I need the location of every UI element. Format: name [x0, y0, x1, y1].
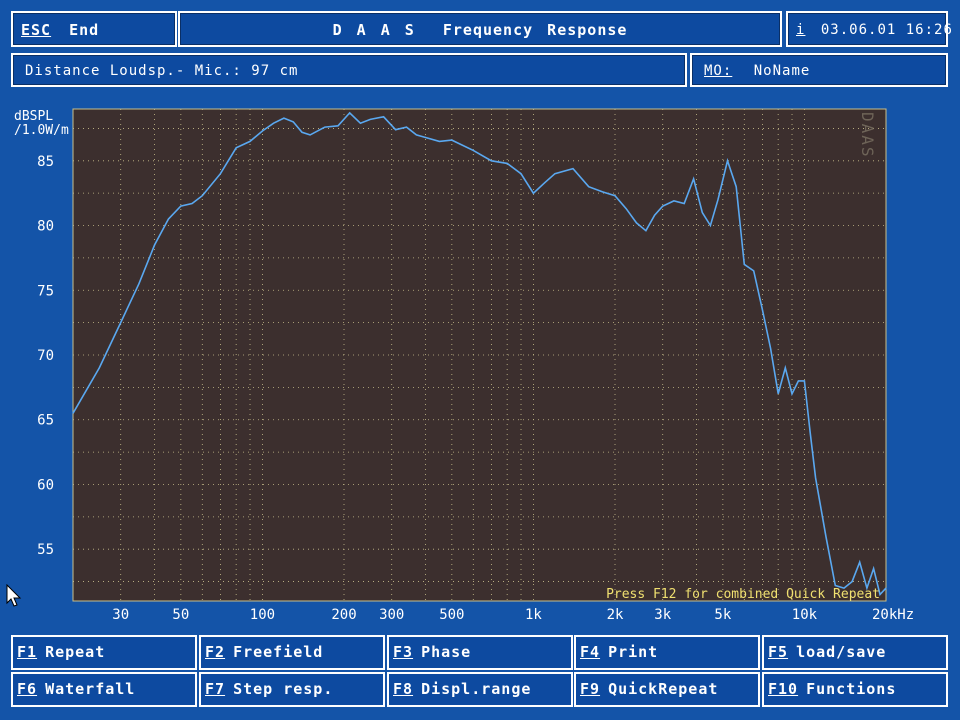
app-title: D A A S Frequency Response: [332, 21, 628, 39]
y-tick-label: 65: [37, 413, 54, 429]
fkey-label: Step resp.: [233, 680, 334, 698]
title-bar: D A A S Frequency Response: [178, 11, 782, 47]
frequency-response-chart: 55 60 65 70 75 80 85 30 50 100 200 300 500 1k 2k 3k 5k 1…: [37, 108, 914, 623]
fkey-f2[interactable]: F2 Freefield: [199, 635, 385, 670]
distance-label: Distance Loudsp.- Mic.: 97 cm: [25, 63, 299, 79]
x-tick-label: 50: [172, 607, 189, 623]
y-tick-label: 70: [37, 348, 54, 364]
fkey-f9[interactable]: F9 QuickRepeat: [574, 672, 760, 707]
y-axis-title: dBSPL /1.0W/m: [14, 110, 69, 138]
esc-end-label: End: [69, 21, 100, 39]
fkey-key: F9: [580, 680, 601, 698]
y-axis-unit: dBSPL: [14, 109, 54, 124]
grid-lines: [72, 108, 887, 602]
datetime-readout: 03.06.01 16:26: [820, 22, 953, 38]
x-tick-labels: 30 50 100 200 300 500 1k 2k 3k 5k 10k: [112, 607, 817, 623]
x-tick-label: 2k: [607, 607, 624, 623]
y-tick-labels: 55 60 65 70 75 80 85: [37, 154, 54, 558]
x-tick-label: 1k: [525, 607, 542, 623]
fkey-label: Repeat: [45, 643, 106, 661]
fkey-label: Displ.range: [421, 680, 532, 698]
y-tick-label: 75: [37, 283, 54, 299]
x-tick-label: 30: [112, 607, 129, 623]
fkey-key: F5: [768, 643, 789, 661]
fkey-key: F8: [393, 680, 414, 698]
mo-key-label: MO:: [704, 63, 733, 79]
esc-end-button[interactable]: ESC End: [11, 11, 177, 47]
x-tick-label: 500: [439, 607, 464, 623]
fkey-f1[interactable]: F1 Repeat: [11, 635, 197, 670]
x-tick-label: 5k: [714, 607, 731, 623]
fkey-f7[interactable]: F7 Step resp.: [199, 672, 385, 707]
info-datetime-button[interactable]: i 03.06.01 16:26: [786, 11, 952, 47]
info-key-label: i: [796, 22, 806, 38]
fkey-f6[interactable]: F6 Waterfall: [11, 672, 197, 707]
fkey-label: load/save: [796, 643, 887, 661]
x-tick-label: 100: [250, 607, 275, 623]
fkey-f4[interactable]: F4 Print: [574, 635, 760, 670]
y-tick-label: 85: [37, 154, 54, 170]
fkey-key: F3: [393, 643, 414, 661]
plot-area: [73, 109, 886, 601]
y-axis-ref: /1.0W/m: [14, 123, 69, 138]
x-tick-label: 3k: [654, 607, 671, 623]
fkey-key: F1: [17, 643, 38, 661]
fkey-f10[interactable]: F10 Functions: [762, 672, 948, 707]
response-curve: [72, 111, 887, 597]
fkey-key: F4: [580, 643, 601, 661]
mouse-cursor-icon: [6, 584, 22, 607]
fkey-f5[interactable]: F5 load/save: [762, 635, 948, 670]
y-tick-label: 60: [37, 477, 54, 493]
mo-name-field[interactable]: MO: NoName: [690, 53, 948, 87]
fkey-key: F2: [205, 643, 226, 661]
y-tick-label: 80: [37, 219, 54, 235]
y-tick-label: 55: [37, 542, 54, 558]
x-axis-unit: 20kHz: [872, 607, 914, 623]
fkey-f8[interactable]: F8 Displ.range: [387, 672, 573, 707]
plot-border: [72, 108, 887, 602]
fkey-label: Print: [608, 643, 659, 661]
fkey-label: Phase: [421, 643, 472, 661]
x-tick-label: 200: [331, 607, 356, 623]
fkey-key: F6: [17, 680, 38, 698]
esc-key-label: ESC: [21, 21, 52, 39]
fkey-label: Functions: [806, 680, 897, 698]
distance-bar: Distance Loudsp.- Mic.: 97 cm: [11, 53, 687, 87]
fkey-label: Freefield: [233, 643, 324, 661]
quick-repeat-hint: Press F12 for combined Quick Repeat: [606, 587, 880, 602]
fkey-label: QuickRepeat: [608, 680, 719, 698]
fkey-label: Waterfall: [45, 680, 136, 698]
daas-watermark: DAAS: [858, 112, 877, 159]
mo-value: NoName: [753, 63, 811, 79]
fkey-key: F7: [205, 680, 226, 698]
fkey-f3[interactable]: F3 Phase: [387, 635, 573, 670]
fkey-key: F10: [768, 680, 799, 698]
x-tick-label: 300: [379, 607, 404, 623]
x-tick-label: 10k: [792, 607, 818, 623]
